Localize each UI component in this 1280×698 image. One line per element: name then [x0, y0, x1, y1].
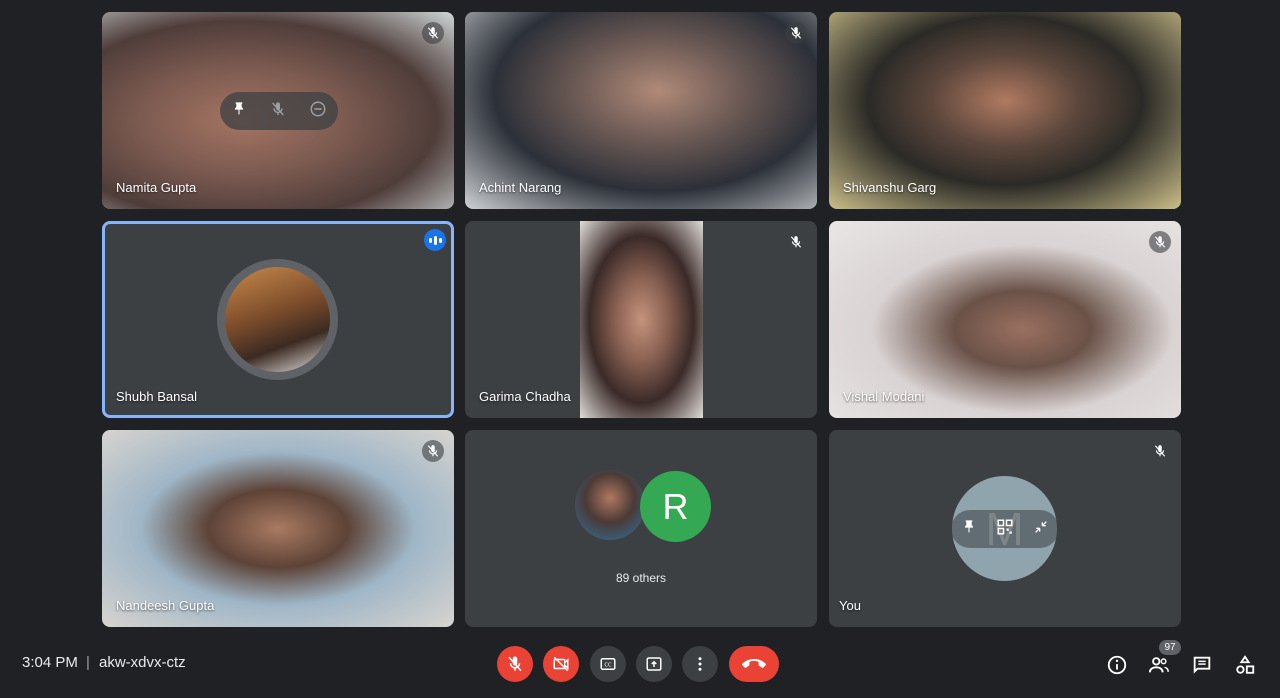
mic-off-icon — [1149, 440, 1171, 462]
mic-off-icon — [422, 440, 444, 462]
minimize-icon[interactable] — [1033, 519, 1049, 540]
participant-tile-you[interactable]: M You — [829, 430, 1181, 627]
speaking-indicator-icon — [424, 229, 446, 251]
call-end-icon — [742, 659, 766, 668]
mic-off-icon — [508, 656, 522, 672]
participant-tile-garima-chadha[interactable]: Garima Chadha — [465, 221, 817, 418]
participant-name: Namita Gupta — [116, 180, 197, 195]
pin-icon[interactable] — [231, 101, 247, 122]
participant-name: Shubh Bansal — [116, 389, 197, 404]
more-options-button[interactable] — [682, 646, 718, 682]
more-vert-icon — [698, 657, 702, 671]
participant-tile-namita-gupta[interactable]: Namita Gupta — [102, 12, 454, 209]
divider: | — [86, 654, 90, 671]
participant-name: Vishal Modani — [843, 389, 925, 404]
present-icon — [646, 657, 662, 671]
others-tile[interactable]: R 89 others — [465, 430, 817, 627]
mic-off-icon — [422, 22, 444, 44]
remove-icon[interactable] — [309, 100, 327, 123]
camera-off-icon — [553, 656, 569, 672]
people-button[interactable] — [1146, 652, 1172, 678]
avatar — [225, 267, 330, 372]
participant-name: You — [839, 598, 861, 613]
activities-button[interactable] — [1232, 652, 1258, 678]
participant-name: Nandeesh Gupta — [116, 598, 215, 613]
participant-tile-nandeesh-gupta[interactable]: Nandeesh Gupta — [102, 430, 454, 627]
end-call-button[interactable] — [729, 646, 779, 682]
mic-off-icon — [1149, 231, 1171, 253]
present-button[interactable] — [636, 646, 672, 682]
svg-text:CC: CC — [604, 662, 612, 668]
participant-video — [580, 221, 703, 418]
tile-hover-controls — [220, 92, 338, 130]
captions-icon: CC — [600, 658, 616, 670]
avatar: R — [640, 471, 711, 542]
bottom-control-bar: 3:04 PM | akw-xdvx-ctz CC 97 — [0, 632, 1280, 698]
others-count-label: 89 others — [615, 571, 667, 585]
avatar-letter: R — [662, 485, 689, 527]
participant-name: Achint Narang — [479, 180, 562, 195]
mic-off-icon[interactable] — [270, 101, 286, 122]
participant-name: Shivanshu Garg — [843, 180, 937, 195]
activities-icon — [1236, 655, 1255, 674]
participant-name: Garima Chadha — [479, 389, 571, 404]
chat-button[interactable] — [1189, 652, 1215, 678]
participant-tile-shivanshu-garg[interactable]: Shivanshu Garg — [829, 12, 1181, 209]
meeting-details-button[interactable] — [1104, 652, 1130, 678]
participant-tile-achint-narang[interactable]: Achint Narang — [465, 12, 817, 209]
captions-button[interactable]: CC — [590, 646, 626, 682]
mic-off-icon — [785, 231, 807, 253]
camera-toggle-button[interactable] — [543, 646, 579, 682]
people-icon — [1148, 657, 1169, 673]
meeting-code: akw-xdvx-ctz — [99, 654, 186, 671]
avatar — [575, 470, 645, 540]
info-icon — [1107, 655, 1127, 675]
participant-tile-shubh-bansal[interactable]: Shubh Bansal — [102, 221, 454, 418]
participant-count-badge: 97 — [1159, 640, 1181, 655]
mic-toggle-button[interactable] — [497, 646, 533, 682]
mic-off-icon — [785, 22, 807, 44]
tile-hover-controls — [951, 510, 1059, 548]
qr-icon[interactable] — [996, 518, 1014, 541]
clock: 3:04 PM — [22, 654, 78, 671]
participant-tile-vishal-modani[interactable]: Vishal Modani — [829, 221, 1181, 418]
pin-icon[interactable] — [961, 519, 977, 540]
chat-icon — [1193, 656, 1211, 674]
